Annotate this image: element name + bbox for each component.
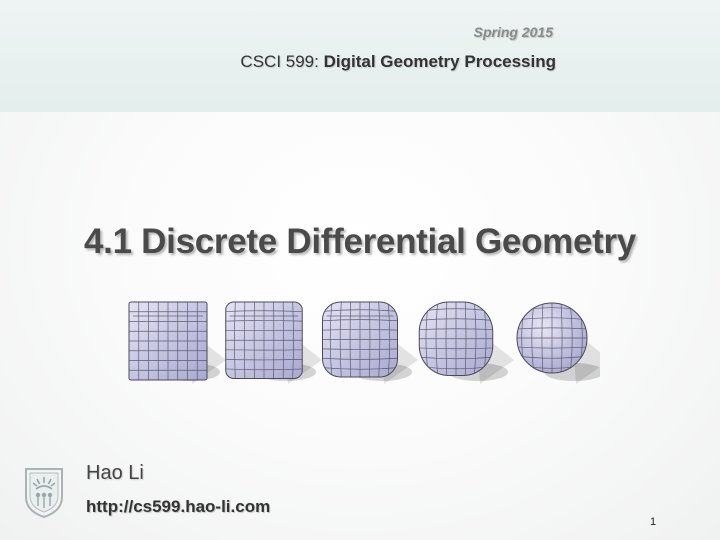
cube-to-sphere-illustration	[120, 292, 610, 392]
slide-header: Spring 2015 CSCI 599: Digital Geometry P…	[0, 0, 720, 112]
mesh-shape-cube	[128, 301, 226, 384]
mesh-shape-rounded-cube	[225, 301, 322, 384]
mesh-shape-sphere	[516, 302, 610, 384]
mesh-shape-blob	[322, 301, 418, 384]
course-name: Digital Geometry Processing	[323, 52, 556, 71]
page-number: 1	[650, 516, 657, 528]
university-seal-icon	[25, 468, 63, 519]
slide: Spring 2015 CSCI 599: Digital Geometry P…	[0, 0, 720, 540]
mesh-shapes-svg	[128, 301, 610, 384]
author-name: Hao Li	[86, 462, 144, 484]
mesh-shape-near-sphere	[418, 301, 514, 384]
term-label: Spring 2015	[473, 24, 553, 40]
course-title: CSCI 599: Digital Geometry Processing	[240, 52, 556, 72]
course-url[interactable]: http://cs599.hao-li.com	[86, 497, 270, 517]
slide-title: 4.1 Discrete Differential Geometry	[84, 222, 636, 261]
course-code: CSCI 599:	[240, 52, 319, 71]
